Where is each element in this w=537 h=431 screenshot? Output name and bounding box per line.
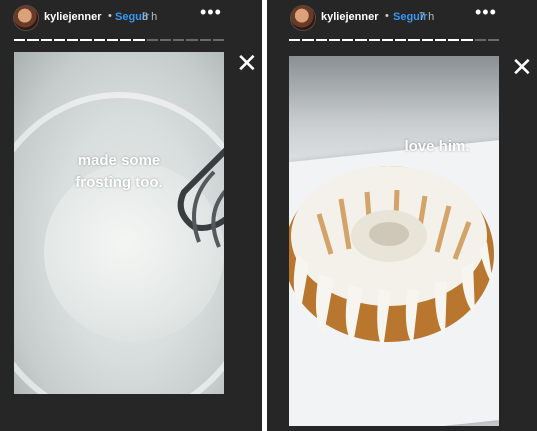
separator-dot: • (385, 10, 389, 22)
separator-dot: • (108, 10, 112, 22)
story-header: kyliejenner • Seguir 8 h ••• (0, 0, 262, 40)
story-header: kyliejenner • Seguir 7 h ••• (267, 0, 537, 40)
post-time: 8 h (142, 11, 158, 23)
story-caption: love him. (404, 138, 470, 155)
story-photo-cake: love him. (289, 56, 499, 426)
story-photo-frosting: made some frosting too. (14, 52, 224, 394)
avatar[interactable] (291, 6, 315, 30)
post-time: 7 h (419, 11, 435, 23)
more-options-icon[interactable]: ••• (200, 2, 222, 22)
more-options-icon[interactable]: ••• (475, 2, 497, 22)
story-progress-bar (14, 39, 224, 41)
story-panel-2[interactable]: kyliejenner • Seguir 7 h ••• love him. ✕ (267, 0, 537, 431)
story-progress-bar (289, 39, 499, 41)
username[interactable]: kyliejenner (321, 11, 378, 23)
close-icon[interactable]: ✕ (511, 54, 533, 80)
close-icon[interactable]: ✕ (236, 50, 258, 76)
avatar[interactable] (14, 6, 38, 30)
story-panel-1[interactable]: kyliejenner • Seguir 8 h ••• made some f… (0, 0, 262, 431)
username[interactable]: kyliejenner (44, 11, 101, 23)
story-caption: made some frosting too. (75, 152, 163, 191)
